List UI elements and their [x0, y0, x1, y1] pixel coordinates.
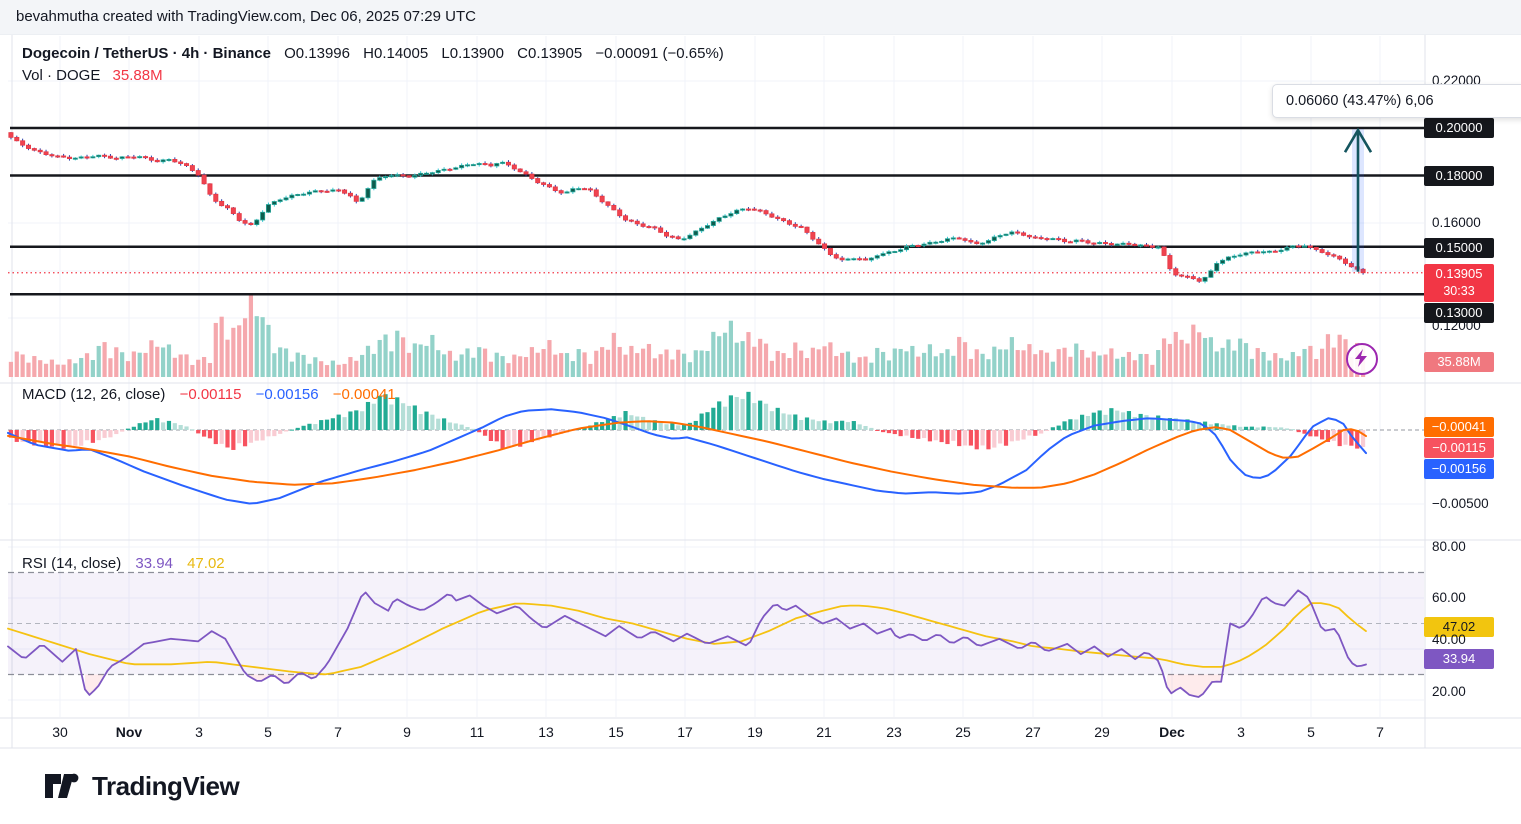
time-tick-label: 19: [747, 724, 763, 740]
symbol-title[interactable]: Dogecoin / TetherUS · 4h · Binance: [22, 45, 271, 62]
time-tick-label: 11: [470, 724, 485, 740]
level-badge-015: 0.15000: [1424, 238, 1494, 258]
time-tick-label: 27: [1025, 724, 1041, 740]
rsi-pane[interactable]: [8, 573, 1424, 698]
candles[interactable]: [9, 132, 1365, 283]
time-tick-label: 9: [403, 724, 411, 740]
volume-label[interactable]: Vol · DOGE: [22, 67, 100, 84]
macd-signal-value: −0.00041: [333, 386, 396, 403]
boost-button[interactable]: [1346, 343, 1378, 375]
rsi-label-40[interactable]: 40.00: [1432, 632, 1466, 647]
rsi-label-60[interactable]: 60.00: [1432, 590, 1466, 605]
time-tick-label: Nov: [116, 724, 143, 740]
ohlc-low: L0.13900: [441, 45, 504, 62]
rsi-value: 33.94: [135, 555, 173, 572]
level-badge-013: 0.13000: [1424, 303, 1494, 323]
macd-line-badge: −0.00156: [1424, 459, 1494, 479]
time-axis[interactable]: 30 Nov 3 5 7 9 11 13 15 17 19 21 23 25 27 29 Dec 3 5 7: [52, 724, 1384, 740]
time-tick-label: 5: [264, 724, 272, 740]
time-tick-label: 29: [1094, 724, 1110, 740]
time-tick-label: 23: [886, 724, 902, 740]
level-badge-020: 0.20000: [1424, 118, 1494, 138]
time-tick-label: 15: [608, 724, 624, 740]
time-tick-label: 13: [538, 724, 554, 740]
bar-countdown: 30:33: [1424, 283, 1494, 299]
time-tick-label: 7: [1376, 724, 1384, 740]
macd-legend-row: MACD (12, 26, close) −0.00115 −0.00156 −…: [22, 386, 406, 403]
volume-bars: [9, 295, 1365, 377]
measure-tooltip: 0.06060 (43.47%) 6,06: [1272, 84, 1521, 118]
rsi-legend-row: RSI (14, close) 33.94 47.02: [22, 555, 235, 572]
volume-value: 35.88M: [113, 67, 163, 84]
time-tick-label: 30: [52, 724, 68, 740]
current-price-badge: 0.13905 30:33: [1424, 264, 1494, 302]
macd-title[interactable]: MACD (12, 26, close): [22, 386, 165, 403]
measure-arrow[interactable]: [1345, 129, 1371, 272]
rsi-label-80[interactable]: 80.00: [1432, 539, 1466, 554]
volume-legend-row: Vol · DOGE 35.88M: [22, 67, 163, 84]
macd-hist-badge: −0.00115: [1424, 438, 1494, 458]
level-badge-018: 0.18000: [1424, 166, 1494, 186]
chart-canvas[interactable]: 30 Nov 3 5 7 9 11 13 15 17 19 21 23 25 27 29 Dec 3 5 7: [0, 0, 1521, 824]
time-tick-label: 25: [955, 724, 971, 740]
macd-label-minus0005[interactable]: −0.00500: [1432, 496, 1489, 511]
tradingview-logo-text: TradingView: [92, 771, 239, 802]
ohlc-high: H0.14005: [363, 45, 428, 62]
lightning-icon: [1352, 348, 1370, 368]
tradingview-snapshot: { "attribution": "bevahmutha created wit…: [0, 0, 1521, 824]
time-tick-label: 3: [195, 724, 203, 740]
time-tick-label: 17: [677, 724, 693, 740]
macd-signal-badge: −0.00041: [1424, 417, 1494, 437]
volume-badge: 35.88M: [1424, 352, 1494, 372]
tradingview-logo[interactable]: TradingView: [44, 768, 239, 804]
time-tick-label: 21: [816, 724, 832, 740]
level-lines[interactable]: [10, 128, 1424, 294]
rsi-label-20[interactable]: 20.00: [1432, 684, 1466, 699]
tradingview-logo-icon: [44, 771, 82, 801]
symbol-legend-row: Dogecoin / TetherUS · 4h · Binance O0.13…: [22, 45, 733, 62]
macd-hist-value: −0.00115: [180, 386, 242, 403]
current-price-value: 0.13905: [1424, 264, 1494, 283]
time-tick-label: 7: [334, 724, 342, 740]
macd-line-value: −0.00156: [256, 386, 319, 403]
ohlc-open: O0.13996: [284, 45, 350, 62]
price-label-016[interactable]: 0.16000: [1432, 215, 1481, 230]
rsi-ma-value: 47.02: [187, 555, 225, 572]
ohlc-change: −0.00091 (−0.65%): [595, 45, 723, 62]
time-tick-label: Dec: [1159, 724, 1185, 740]
macd-pane[interactable]: [8, 392, 1424, 504]
rsi-title[interactable]: RSI (14, close): [22, 555, 121, 572]
ohlc-close: C0.13905: [517, 45, 582, 62]
time-tick-label: 3: [1237, 724, 1245, 740]
time-tick-label: 5: [1307, 724, 1315, 740]
rsi-badge: 33.94: [1424, 649, 1494, 669]
